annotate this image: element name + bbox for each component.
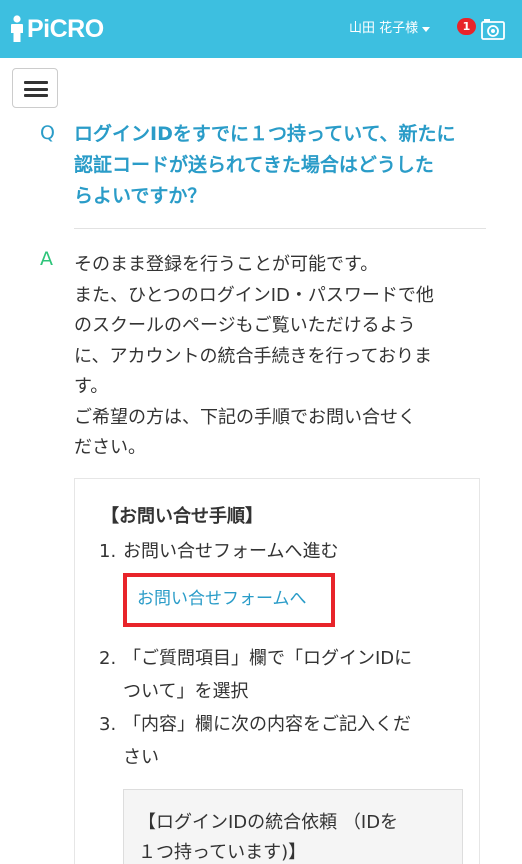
- brand-logo[interactable]: PiCRO: [10, 14, 104, 44]
- request-line: 【ログインIDの統合依頼 （IDを: [138, 812, 399, 833]
- caret-down-icon: [422, 26, 431, 32]
- answer-line: ださい。: [74, 437, 146, 458]
- step-text: 「内容」欄に次の内容をご記入くだ: [123, 714, 411, 735]
- steps-title: 【お問い合せ手順】: [101, 506, 263, 527]
- highlight-box: お問い合せフォームへ: [123, 573, 335, 627]
- step-number: 3.: [99, 714, 117, 735]
- hamburger-bar: [24, 87, 48, 91]
- question-line: ログインIDをすでに１つ持っていて、新たに: [74, 123, 456, 145]
- step-item: 3. 「内容」欄に次の内容をご記入くだ さい: [99, 708, 469, 778]
- divider: [74, 228, 486, 229]
- question-text: ログインIDをすでに１つ持っていて、新たに 認証コードが送られてきた場合はどうし…: [74, 119, 494, 212]
- hamburger-icon[interactable]: [12, 68, 58, 108]
- request-box: 【ログインIDの統合依頼 （IDを １つ持っています)】: [123, 789, 463, 864]
- answer-text: そのまま登録を行うことが可能です。 また、ひとつのログインID・パスワードで他 …: [74, 250, 486, 464]
- answer-line: また、ひとつのログインID・パスワードで他: [74, 284, 434, 306]
- steps-box: 【お問い合せ手順】 1. お問い合せフォームへ進む お問い合せフォームへ 2. …: [74, 478, 480, 864]
- answer-line: ご希望の方は、下記の手順でお問い合せく: [74, 406, 416, 428]
- hamburger-bar: [24, 81, 48, 84]
- notifications[interactable]: 1: [455, 16, 505, 44]
- contact-form-link[interactable]: お問い合せフォームへ: [137, 587, 307, 611]
- top-navbar: PiCRO 山田 花子様 1: [0, 0, 522, 58]
- answer-line: のスクールのページもご覧いただけるよう: [74, 315, 416, 336]
- request-line: １つ持っています)】: [138, 842, 307, 863]
- user-menu[interactable]: 山田 花子様: [349, 20, 431, 38]
- brand-name: PiCRO: [27, 15, 104, 43]
- answer-line: そのまま登録を行うことが可能です。: [74, 254, 379, 275]
- person-icon: [10, 15, 24, 43]
- camera-icon[interactable]: [481, 18, 505, 40]
- step-text: ついて」を選択: [123, 681, 249, 702]
- answer-line: す。: [74, 376, 109, 397]
- question-line: らよいですか？: [74, 185, 207, 207]
- step-number: 1.: [99, 541, 117, 562]
- step-number: 2.: [99, 648, 117, 669]
- question-marker: Q: [40, 122, 55, 144]
- step-text: さい: [123, 747, 159, 768]
- step-item: 2. 「ご質問項目」欄で「ログインIDに ついて」を選択: [99, 642, 469, 712]
- user-name: 山田 花子様: [349, 21, 419, 36]
- request-text: 【ログインIDの統合依頼 （IDを １つ持っています)】: [138, 808, 458, 864]
- step-text: お問い合せフォームへ進む: [123, 541, 339, 562]
- hamburger-bar: [24, 94, 48, 97]
- question-line: 認証コードが送られてきた場合はどうした: [74, 154, 434, 176]
- answer-line: に、アカウントの統合手続きを行っておりま: [74, 345, 433, 367]
- answer-marker: A: [40, 248, 53, 270]
- step-text: 「ご質問項目」欄で「ログインIDに: [123, 648, 413, 669]
- notification-badge: 1: [457, 18, 476, 35]
